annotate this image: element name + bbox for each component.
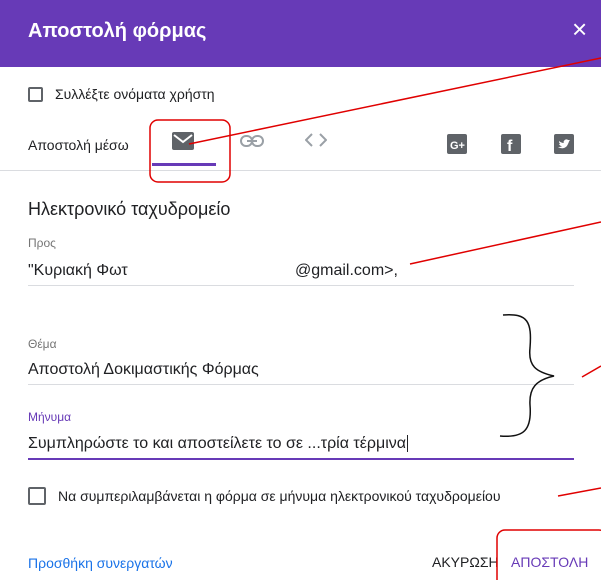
to-value-end: @gmail.com>, bbox=[295, 262, 398, 279]
subject-label: Θέμα bbox=[28, 337, 57, 351]
send-button[interactable]: ΑΠΟΣΤΟΛΗ bbox=[511, 554, 588, 570]
text-cursor: ​ bbox=[407, 435, 409, 452]
google-plus-icon[interactable]: G+ bbox=[447, 134, 467, 159]
include-form-checkbox[interactable] bbox=[28, 487, 46, 505]
svg-text:G+: G+ bbox=[450, 140, 465, 152]
twitter-icon[interactable] bbox=[554, 134, 574, 159]
message-input[interactable]: Συμπληρώστε το και αποστείλετε το σε ...… bbox=[28, 435, 409, 453]
link-icon[interactable] bbox=[240, 134, 264, 153]
message-value: Συμπληρώστε το και αποστείλετε το σε ...… bbox=[28, 435, 407, 452]
redaction-box bbox=[146, 257, 290, 281]
subject-underline bbox=[28, 384, 574, 385]
collect-usernames-row: Συλλέξτε ονόματα χρήστη bbox=[28, 86, 215, 102]
subject-input[interactable]: Αποστολή Δοκιμαστικής Φόρμας bbox=[28, 361, 259, 379]
add-collaborators-link[interactable]: Προσθήκη συνεργατών bbox=[28, 555, 173, 571]
to-underline bbox=[28, 285, 574, 286]
collect-usernames-checkbox[interactable] bbox=[28, 86, 43, 102]
message-label: Μήνυμα bbox=[28, 410, 72, 424]
send-via-label: Αποστολή μέσω bbox=[28, 137, 129, 153]
selected-tab-indicator bbox=[152, 163, 216, 166]
pointer-line-2 bbox=[409, 221, 601, 265]
cancel-button[interactable]: ΑΚΥΡΩΣΗ bbox=[432, 554, 499, 570]
facebook-icon[interactable]: f bbox=[501, 134, 521, 159]
to-input[interactable]: "Κυριακή Φωτ bbox=[28, 262, 128, 280]
message-underline bbox=[28, 458, 574, 460]
pointer-line-4 bbox=[557, 487, 601, 497]
svg-text:f: f bbox=[507, 138, 513, 154]
email-icon[interactable] bbox=[172, 132, 194, 155]
pointer-line-3 bbox=[581, 365, 601, 378]
dialog-title: Αποστολή φόρμας bbox=[28, 20, 207, 42]
dialog-header: Αποστολή φόρμας × bbox=[0, 0, 601, 67]
curly-brace-annotation bbox=[499, 314, 555, 438]
collect-usernames-label: Συλλέξτε ονόματα χρήστη bbox=[55, 86, 215, 102]
email-section-title: Ηλεκτρονικό ταχυδρομείο bbox=[28, 199, 231, 219]
close-icon[interactable]: × bbox=[572, 16, 587, 42]
include-form-label: Να συμπεριλαμβάνεται η φόρμα σε μήνυμα η… bbox=[58, 488, 501, 504]
to-label: Προς bbox=[28, 236, 56, 250]
embed-code-icon[interactable] bbox=[304, 132, 328, 153]
to-value-start: "Κυριακή Φωτ bbox=[28, 262, 128, 279]
include-form-row: Να συμπεριλαμβάνεται η φόρμα σε μήνυμα η… bbox=[28, 487, 501, 505]
divider bbox=[0, 170, 601, 171]
